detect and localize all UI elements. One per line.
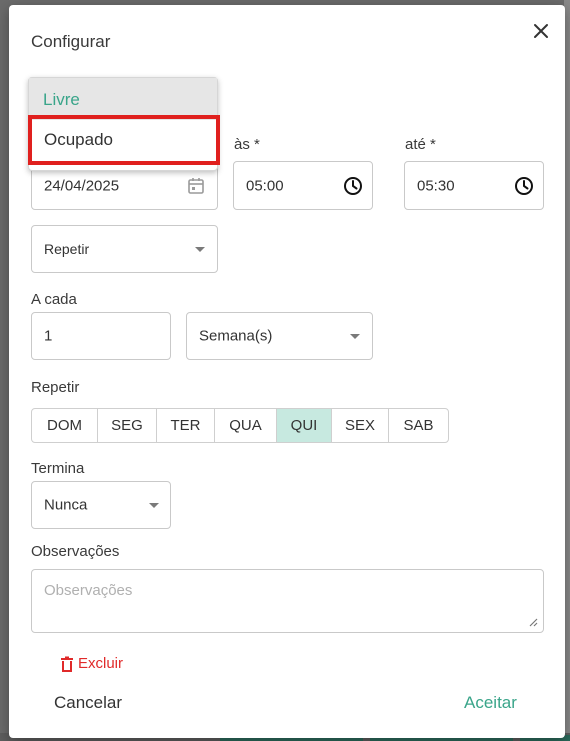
calendar-icon[interactable] xyxy=(186,176,206,196)
clock-icon[interactable] xyxy=(342,175,364,197)
interval-unit-select[interactable]: Semana(s) xyxy=(186,312,373,360)
cancel-button[interactable]: Cancelar xyxy=(54,693,122,713)
close-icon xyxy=(534,24,548,38)
interval-value: 1 xyxy=(44,327,53,345)
start-time-label: às * xyxy=(234,136,260,153)
end-time-value: 05:30 xyxy=(417,177,455,194)
ends-select[interactable]: Nunca xyxy=(31,481,171,529)
delete-button-label: Excluir xyxy=(78,655,124,672)
status-option-ocupado[interactable]: Ocupado xyxy=(29,120,217,172)
weekday-seg[interactable]: SEG xyxy=(98,409,157,442)
resize-grip-icon[interactable] xyxy=(528,617,538,627)
date-value: 24/04/2025 xyxy=(44,177,120,194)
start-time-value: 05:00 xyxy=(246,177,284,194)
weekday-toggle-group: DOM SEG TER QUA QUI SEX SAB xyxy=(31,408,449,443)
trash-icon xyxy=(61,656,73,672)
repeat-select[interactable]: Repetir xyxy=(31,225,218,273)
interval-unit-value: Semana(s) xyxy=(199,327,273,345)
chevron-down-icon xyxy=(149,503,159,508)
clock-icon[interactable] xyxy=(513,175,535,197)
accept-button[interactable]: Aceitar xyxy=(464,693,517,713)
ends-label: Termina xyxy=(31,460,85,477)
end-time-label: até * xyxy=(405,136,436,153)
interval-input[interactable]: 1 xyxy=(31,312,171,360)
weekdays-label: Repetir xyxy=(31,379,80,396)
status-option-ocupado-label: Ocupado xyxy=(44,130,113,149)
weekday-qui[interactable]: QUI xyxy=(277,409,332,442)
weekday-ter[interactable]: TER xyxy=(157,409,215,442)
interval-label: A cada xyxy=(31,291,77,308)
status-dropdown-menu: Livre Ocupado xyxy=(28,77,218,171)
configure-dialog: Configurar 24/04/2025 Livre Ocupado às *… xyxy=(9,5,565,738)
chevron-down-icon xyxy=(195,247,205,252)
repeat-select-value: Repetir xyxy=(44,241,90,257)
ends-select-value: Nunca xyxy=(44,496,88,514)
dialog-title: Configurar xyxy=(31,32,111,51)
end-time-field[interactable]: 05:30 xyxy=(404,161,544,210)
status-option-livre[interactable]: Livre xyxy=(29,78,217,120)
notes-textarea[interactable]: Observações xyxy=(31,569,544,633)
weekday-sex[interactable]: SEX xyxy=(332,409,389,442)
weekday-sab[interactable]: SAB xyxy=(389,409,448,442)
weekday-qua[interactable]: QUA xyxy=(215,409,277,442)
close-button[interactable] xyxy=(530,20,552,42)
start-time-field[interactable]: 05:00 xyxy=(233,161,373,210)
status-option-livre-label: Livre xyxy=(43,90,80,109)
notes-label: Observações xyxy=(31,543,120,560)
notes-placeholder: Observações xyxy=(44,582,133,599)
weekday-dom[interactable]: DOM xyxy=(32,409,98,442)
delete-button[interactable]: Excluir xyxy=(59,655,123,672)
chevron-down-icon xyxy=(350,334,360,339)
